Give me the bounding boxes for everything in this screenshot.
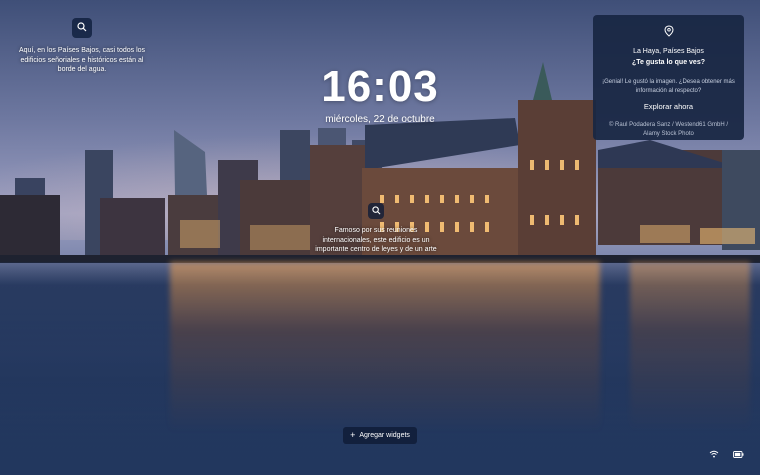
search-icon bbox=[77, 19, 87, 37]
search-icon bbox=[371, 202, 381, 220]
add-widgets-label: Agregar widgets bbox=[359, 432, 410, 439]
hotspot-info-center: Famoso por sus reuniones internacionales… bbox=[310, 202, 442, 255]
explore-now-link[interactable]: Explorar ahora bbox=[601, 102, 736, 111]
hotspot-button[interactable] bbox=[72, 18, 92, 38]
add-widgets-button[interactable]: + Agregar widgets bbox=[343, 427, 417, 444]
status-tray bbox=[709, 450, 744, 458]
photo-credit: © Raul Podadera Sanz / Westend61 GmbH / … bbox=[608, 122, 729, 137]
hotspot-button[interactable] bbox=[368, 203, 384, 219]
card-question[interactable]: ¿Te gusta lo que ves? bbox=[601, 59, 736, 66]
card-location: La Haya, Países Bajos bbox=[633, 48, 704, 55]
plus-icon: + bbox=[350, 430, 356, 440]
battery-icon[interactable] bbox=[733, 450, 744, 458]
water-reflection bbox=[170, 262, 600, 432]
spotlight-card: La Haya, Países Bajos ¿Te gusta lo que v… bbox=[593, 15, 744, 140]
hotspot-text: Famoso por sus reuniones internacionales… bbox=[315, 227, 437, 253]
location-pin-icon bbox=[663, 24, 674, 41]
card-liked-text: ¡Genial! Le gustó la imagen. ¿Desea obte… bbox=[602, 79, 735, 94]
water-reflection bbox=[630, 262, 750, 432]
wifi-icon[interactable] bbox=[709, 450, 719, 458]
